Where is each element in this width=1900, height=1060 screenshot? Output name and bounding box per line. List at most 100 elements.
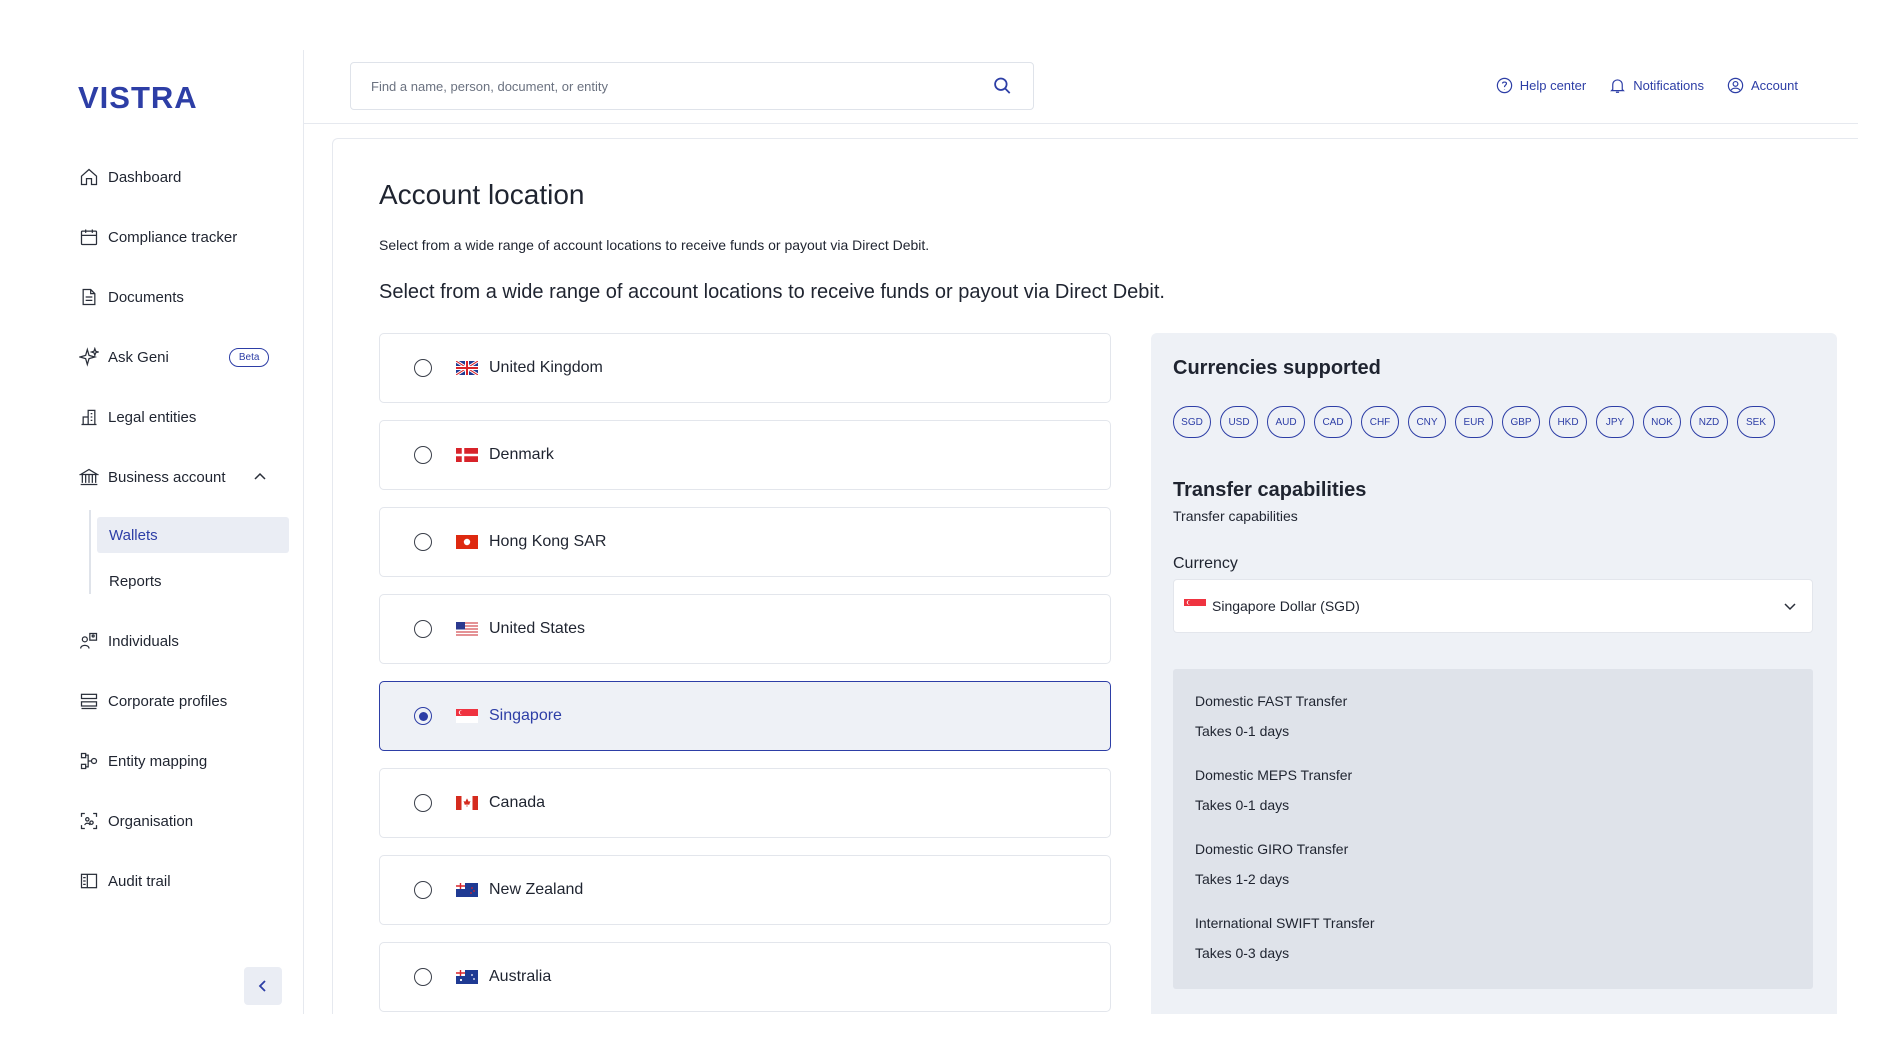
sidebar-item-legal-entities[interactable]: Legal entities <box>78 402 196 432</box>
currency-panel: Currencies supported SGD USD AUD CAD CHF… <box>1151 333 1837 1014</box>
sidebar-item-organisation[interactable]: Organisation <box>78 806 193 836</box>
sidebar-item-label: Organisation <box>108 812 194 830</box>
location-label: Hong Kong SAR <box>489 533 607 550</box>
chevron-up-icon[interactable] <box>252 469 268 485</box>
location-option-united-kingdom[interactable]: United Kingdom <box>379 333 1111 403</box>
notifications-label: Notifications <box>1633 78 1705 93</box>
currency-chip: SEK <box>1737 406 1775 438</box>
sidebar-item-business-account[interactable]: Business account <box>78 462 226 492</box>
sidebar-item-audit-trail[interactable]: Audit trail <box>78 866 171 896</box>
location-option-hong-kong-sar[interactable]: Hong Kong SAR <box>379 507 1111 577</box>
location-option-singapore[interactable]: Singapore <box>379 681 1111 751</box>
transfer-list: Domestic FAST Transfer Takes 0-1 days Do… <box>1173 669 1813 989</box>
calendar-icon <box>78 226 100 248</box>
user-circle-icon <box>1727 77 1744 94</box>
sidebar-item-corporate-profiles[interactable]: Corporate profiles <box>78 686 227 716</box>
sidebar-item-label: Audit trail <box>108 872 171 890</box>
sidebar-item-compliance-tracker[interactable]: Compliance tracker <box>78 222 237 252</box>
help-center-label: Help center <box>1519 78 1587 93</box>
svg-text:VISTRA: VISTRA <box>78 80 198 114</box>
currency-chip: CHF <box>1361 406 1399 438</box>
transfer-time: Takes 0-3 days <box>1195 945 1290 961</box>
sidebar: VISTRA Dashboard Compliance tracker Docu… <box>42 50 304 1014</box>
location-option-denmark[interactable]: Denmark <box>379 420 1111 490</box>
hierarchy-icon <box>78 750 100 772</box>
radio-button[interactable] <box>414 620 432 638</box>
sidebar-item-documents[interactable]: Documents <box>78 282 184 312</box>
book-icon <box>78 870 100 892</box>
location-label: Australia <box>489 968 552 985</box>
radio-button[interactable] <box>414 446 432 464</box>
home-icon <box>78 166 100 188</box>
currency-select-value: Singapore Dollar (SGD) <box>1212 598 1360 614</box>
currency-chip: EUR <box>1455 406 1493 438</box>
transfer-time: Takes 0-1 days <box>1195 723 1290 739</box>
location-label: Singapore <box>489 707 562 724</box>
radio-button[interactable] <box>414 881 432 899</box>
sidebar-item-ask-geni[interactable]: Ask Geni Beta <box>78 342 270 372</box>
vistra-logo[interactable]: VISTRA <box>78 80 206 120</box>
australia-flag-icon <box>456 970 478 984</box>
sidebar-item-label: Individuals <box>108 632 179 650</box>
location-option-australia[interactable]: Australia <box>379 942 1111 1012</box>
transfer-item: International SWIFT Transfer Takes 0-3 d… <box>1195 915 1374 961</box>
sidebar-subitem-reports[interactable]: Reports <box>97 563 289 599</box>
radio-button[interactable] <box>414 794 432 812</box>
location-label: United Kingdom <box>489 359 603 376</box>
transfer-name: Domestic FAST Transfer <box>1195 693 1348 709</box>
currency-chip: NZD <box>1690 406 1728 438</box>
sidebar-item-label: Dashboard <box>108 168 182 186</box>
currency-chip: CNY <box>1408 406 1446 438</box>
currency-chip: HKD <box>1549 406 1587 438</box>
sidebar-item-dashboard[interactable]: Dashboard <box>78 162 181 192</box>
account-link[interactable]: Account <box>1726 76 1798 95</box>
currency-chip: AUD <box>1267 406 1305 438</box>
currencies-title: Currencies supported <box>1173 357 1381 379</box>
currency-chip: JPY <box>1596 406 1634 438</box>
radio-button[interactable] <box>414 359 432 377</box>
us-flag-icon <box>456 622 478 636</box>
location-option-canada[interactable]: Canada <box>379 768 1111 838</box>
sidebar-item-label: Entity mapping <box>108 752 208 770</box>
search-input[interactable] <box>371 78 992 94</box>
sidebar-item-label: Compliance tracker <box>108 228 238 246</box>
hong-kong-flag-icon <box>456 535 478 549</box>
transfer-capabilities-subtitle: Transfer capabilities <box>1173 508 1298 524</box>
sidebar-item-entity-mapping[interactable]: Entity mapping <box>78 746 207 776</box>
radio-button[interactable] <box>414 968 432 986</box>
location-option-new-zealand[interactable]: New Zealand <box>379 855 1111 925</box>
currency-chips: SGD USD AUD CAD CHF CNY EUR GBP HKD JPY … <box>1173 406 1775 438</box>
search-icon[interactable] <box>992 75 1013 97</box>
sidebar-item-individuals[interactable]: Individuals <box>78 626 179 656</box>
denmark-flag-icon <box>456 448 478 462</box>
radio-button[interactable] <box>414 533 432 551</box>
main-content: Account location Select from a wide rang… <box>332 138 1858 1014</box>
help-center-link[interactable]: Help center <box>1495 76 1586 95</box>
transfer-time: Takes 0-1 days <box>1195 797 1290 813</box>
sidebar-item-label: Legal entities <box>108 408 197 426</box>
collapse-sidebar-button[interactable] <box>244 967 282 1005</box>
people-icon <box>78 630 100 652</box>
account-label: Account <box>1751 78 1798 93</box>
sidebar-subitem-wallets[interactable]: Wallets <box>97 517 289 553</box>
stack-icon <box>78 690 100 712</box>
currency-chip: CAD <box>1314 406 1352 438</box>
beta-badge: Beta <box>228 347 270 367</box>
transfer-name: International SWIFT Transfer <box>1195 915 1375 931</box>
singapore-flag-icon <box>456 709 478 723</box>
building-icon <box>78 406 100 428</box>
sidebar-item-label: Corporate profiles <box>108 692 228 710</box>
currency-select[interactable]: Singapore Dollar (SGD) <box>1173 579 1813 633</box>
location-option-united-states[interactable]: United States <box>379 594 1111 664</box>
currency-chip: SGD <box>1173 406 1211 438</box>
document-icon <box>78 286 100 308</box>
radio-button-selected[interactable] <box>414 707 432 725</box>
transfer-item: Domestic GIRO Transfer Takes 1-2 days <box>1195 841 1348 887</box>
notifications-link[interactable]: Notifications <box>1608 76 1704 95</box>
search-bar[interactable] <box>350 62 1034 110</box>
bank-icon <box>78 466 100 488</box>
help-circle-icon <box>1496 77 1512 94</box>
chevron-left-icon <box>258 980 266 992</box>
new-zealand-flag-icon <box>456 883 478 897</box>
transfer-capabilities-title: Transfer capabilities <box>1173 479 1367 501</box>
